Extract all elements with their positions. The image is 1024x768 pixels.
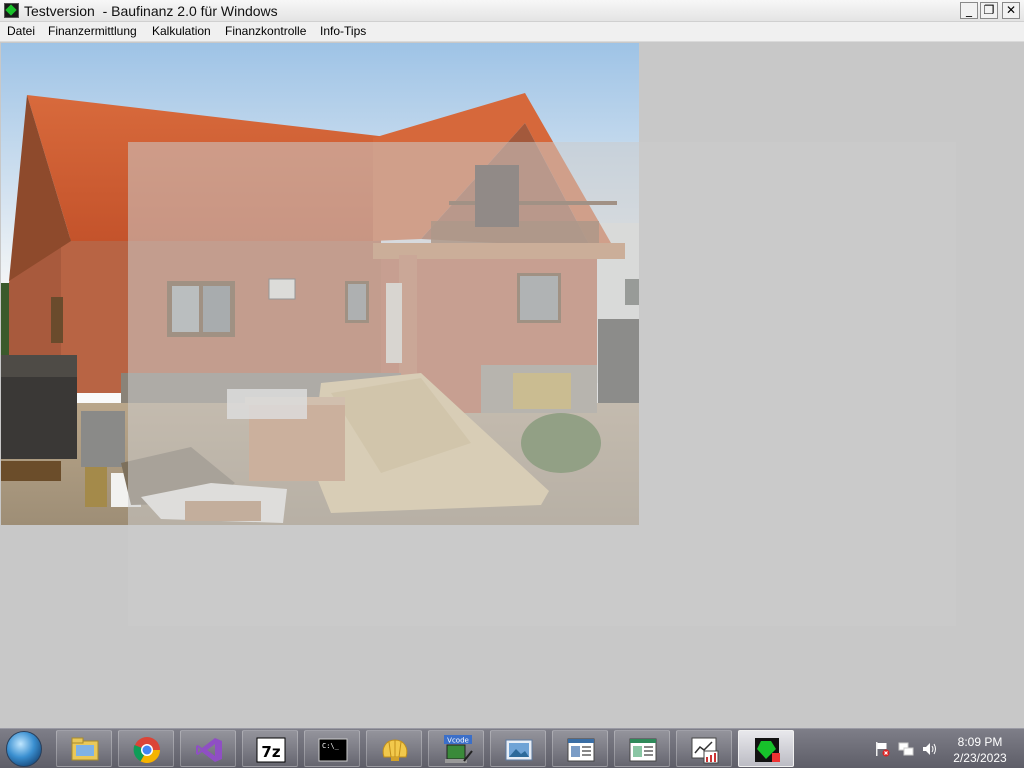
- house-photo: [1, 43, 639, 525]
- menu-kalkulation[interactable]: Kalkulation: [152, 24, 211, 38]
- minimize-icon: _: [966, 3, 972, 17]
- terminal-label: C:\_: [322, 742, 340, 750]
- shell-icon: [382, 739, 408, 761]
- taskbar: 7z C:\_ Vcode 8:09 PM 2/23/2023: [0, 728, 1024, 768]
- taskbar-item-chart-window[interactable]: [676, 730, 732, 767]
- menu-info-tips[interactable]: Info-Tips: [320, 24, 366, 38]
- taskbar-item-document-window-1[interactable]: [552, 730, 608, 767]
- vcode-label: Vcode: [447, 737, 469, 745]
- minimize-button[interactable]: _: [960, 2, 978, 19]
- menu-finanzermittlung[interactable]: Finanzermittlung: [48, 24, 137, 38]
- house-illustration: [1, 43, 639, 525]
- baufinanz-app-icon: [755, 738, 780, 762]
- taskbar-item-chrome[interactable]: [118, 730, 174, 767]
- vcode-icon: Vcode: [444, 735, 473, 763]
- restore-button[interactable]: ❐: [980, 2, 998, 19]
- menu-bar: Datei Finanzermittlung Kalkulation Finan…: [0, 22, 1024, 42]
- chrome-icon: [133, 737, 160, 763]
- taskbar-item-visual-studio[interactable]: [180, 730, 236, 767]
- taskbar-item-document-window-2[interactable]: [614, 730, 670, 767]
- taskbar-item-terminal[interactable]: C:\_: [304, 730, 360, 767]
- title-bar: Testversion - Baufinanz 2.0 für Windows …: [0, 0, 1024, 22]
- taskbar-item-photo-viewer[interactable]: [490, 730, 546, 767]
- restore-icon: ❐: [983, 3, 995, 17]
- visual-studio-icon: [196, 738, 222, 762]
- 7zip-icon: 7z: [256, 737, 286, 763]
- close-button[interactable]: ✕: [1002, 2, 1020, 19]
- photo-viewer-icon: [505, 739, 533, 761]
- taskbar-item-baufinanz[interactable]: [738, 730, 794, 767]
- folder-icon: [71, 737, 99, 761]
- document-window-icon: [567, 738, 595, 762]
- start-button[interactable]: [6, 731, 42, 767]
- chart-window-icon: [691, 737, 719, 764]
- network-icon[interactable]: [898, 741, 914, 757]
- taskbar-item-vcode[interactable]: Vcode: [428, 730, 484, 767]
- app-icon[interactable]: [4, 3, 19, 18]
- menu-datei[interactable]: Datei: [7, 24, 35, 38]
- flag-icon[interactable]: [874, 741, 890, 757]
- taskbar-item-shell[interactable]: [366, 730, 422, 767]
- clock-date[interactable]: 2/23/2023: [948, 751, 1012, 765]
- window-title: Testversion - Baufinanz 2.0 für Windows: [24, 3, 278, 19]
- volume-icon[interactable]: [922, 741, 938, 757]
- taskbar-item-7zip[interactable]: 7z: [242, 730, 298, 767]
- terminal-icon: C:\_: [318, 738, 348, 762]
- 7zip-label: 7z: [261, 743, 280, 761]
- clock-time[interactable]: 8:09 PM: [948, 735, 1012, 749]
- close-icon: ✕: [1005, 3, 1017, 17]
- main-client-area: [0, 42, 1024, 728]
- document-window-icon: [629, 738, 657, 762]
- taskbar-item-explorer[interactable]: [56, 730, 112, 767]
- menu-finanzkontrolle[interactable]: Finanzkontrolle: [225, 24, 306, 38]
